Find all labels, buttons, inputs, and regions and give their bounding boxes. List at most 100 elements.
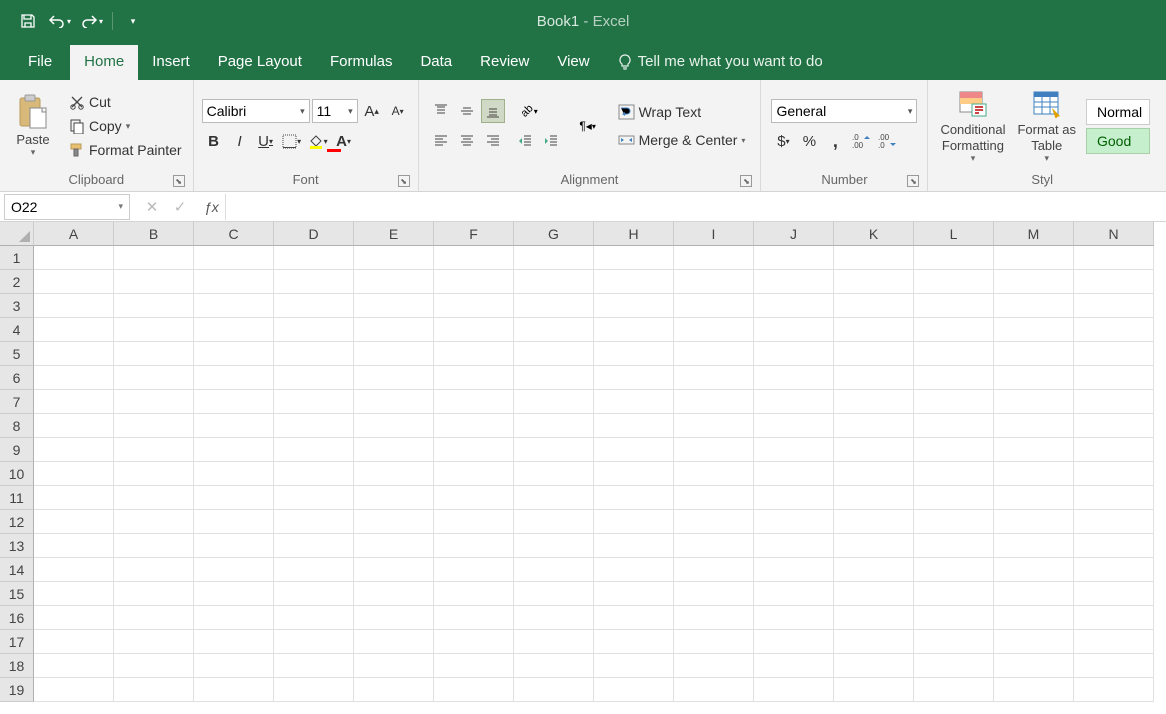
tab-insert[interactable]: Insert bbox=[138, 45, 204, 80]
cell[interactable] bbox=[354, 414, 434, 438]
cell[interactable] bbox=[274, 654, 354, 678]
row-header[interactable]: 18 bbox=[0, 654, 34, 678]
cell[interactable] bbox=[434, 270, 514, 294]
align-left-button[interactable] bbox=[429, 129, 453, 153]
cell[interactable] bbox=[114, 534, 194, 558]
cell[interactable] bbox=[914, 678, 994, 702]
row-header[interactable]: 6 bbox=[0, 366, 34, 390]
cell[interactable] bbox=[434, 678, 514, 702]
cell[interactable] bbox=[114, 486, 194, 510]
cell[interactable] bbox=[594, 678, 674, 702]
column-header[interactable]: D bbox=[274, 222, 354, 246]
cell[interactable] bbox=[994, 414, 1074, 438]
align-top-button[interactable] bbox=[429, 99, 453, 123]
cell[interactable] bbox=[834, 342, 914, 366]
cell[interactable] bbox=[594, 486, 674, 510]
cell[interactable] bbox=[994, 558, 1074, 582]
increase-font-button[interactable]: A▴ bbox=[360, 99, 384, 123]
format-as-table-button[interactable]: Format as Table ▾ bbox=[1011, 84, 1082, 168]
cell[interactable] bbox=[34, 438, 114, 462]
cell[interactable] bbox=[834, 558, 914, 582]
cell[interactable] bbox=[34, 270, 114, 294]
cell[interactable] bbox=[994, 606, 1074, 630]
cell[interactable] bbox=[34, 294, 114, 318]
cell[interactable] bbox=[354, 606, 434, 630]
cell[interactable] bbox=[674, 438, 754, 462]
cell[interactable] bbox=[674, 534, 754, 558]
cell[interactable] bbox=[754, 414, 834, 438]
cell[interactable] bbox=[914, 486, 994, 510]
cell[interactable] bbox=[594, 390, 674, 414]
cell[interactable] bbox=[434, 414, 514, 438]
cell[interactable] bbox=[354, 246, 434, 270]
column-header[interactable]: N bbox=[1074, 222, 1154, 246]
cell[interactable] bbox=[114, 342, 194, 366]
orientation-button[interactable]: ab ▾ bbox=[513, 99, 547, 123]
cell[interactable] bbox=[994, 246, 1074, 270]
align-right-button[interactable] bbox=[481, 129, 505, 153]
row-header[interactable]: 2 bbox=[0, 270, 34, 294]
cell[interactable] bbox=[914, 606, 994, 630]
cell[interactable] bbox=[114, 390, 194, 414]
cell[interactable] bbox=[994, 582, 1074, 606]
tab-review[interactable]: Review bbox=[466, 45, 543, 80]
tab-file[interactable]: File bbox=[14, 45, 70, 80]
cell[interactable] bbox=[594, 462, 674, 486]
undo-button[interactable]: ▾ bbox=[46, 7, 74, 35]
cell[interactable] bbox=[194, 246, 274, 270]
row-header[interactable]: 12 bbox=[0, 510, 34, 534]
align-bottom-button[interactable] bbox=[481, 99, 505, 123]
cell[interactable] bbox=[1074, 606, 1154, 630]
cell[interactable] bbox=[514, 414, 594, 438]
cell[interactable] bbox=[514, 654, 594, 678]
cell[interactable] bbox=[994, 270, 1074, 294]
cell[interactable] bbox=[34, 630, 114, 654]
cell[interactable] bbox=[114, 438, 194, 462]
cell[interactable] bbox=[114, 294, 194, 318]
cell[interactable] bbox=[754, 678, 834, 702]
borders-button[interactable]: ▾ bbox=[280, 129, 304, 153]
cell[interactable] bbox=[914, 510, 994, 534]
cell[interactable] bbox=[754, 654, 834, 678]
cell[interactable] bbox=[274, 366, 354, 390]
cell[interactable] bbox=[754, 486, 834, 510]
cell[interactable] bbox=[994, 486, 1074, 510]
cell[interactable] bbox=[914, 582, 994, 606]
cell[interactable] bbox=[594, 246, 674, 270]
cell[interactable] bbox=[594, 534, 674, 558]
cell[interactable] bbox=[354, 582, 434, 606]
cell[interactable] bbox=[434, 606, 514, 630]
cell[interactable] bbox=[34, 462, 114, 486]
cell[interactable] bbox=[434, 582, 514, 606]
cell[interactable] bbox=[274, 414, 354, 438]
cell[interactable] bbox=[994, 630, 1074, 654]
cell[interactable] bbox=[434, 366, 514, 390]
cell[interactable] bbox=[114, 558, 194, 582]
cell[interactable] bbox=[834, 510, 914, 534]
cell[interactable] bbox=[34, 318, 114, 342]
dialog-launcher-icon[interactable]: ⬊ bbox=[907, 175, 919, 187]
cell-styles-gallery[interactable]: Normal Good bbox=[1086, 99, 1150, 154]
cell[interactable] bbox=[434, 246, 514, 270]
column-header[interactable]: J bbox=[754, 222, 834, 246]
cell[interactable] bbox=[434, 390, 514, 414]
cell[interactable] bbox=[34, 414, 114, 438]
cell[interactable] bbox=[994, 462, 1074, 486]
cell[interactable] bbox=[114, 678, 194, 702]
align-middle-button[interactable] bbox=[455, 99, 479, 123]
cell[interactable] bbox=[1074, 510, 1154, 534]
cell[interactable] bbox=[194, 678, 274, 702]
cell[interactable] bbox=[994, 438, 1074, 462]
cell[interactable] bbox=[434, 486, 514, 510]
cell[interactable] bbox=[754, 582, 834, 606]
cell[interactable] bbox=[514, 270, 594, 294]
cell[interactable] bbox=[34, 342, 114, 366]
decrease-font-button[interactable]: A▾ bbox=[386, 99, 410, 123]
cell[interactable] bbox=[514, 342, 594, 366]
enter-formula-button[interactable]: ✓ bbox=[168, 198, 192, 216]
cell[interactable] bbox=[834, 654, 914, 678]
row-header[interactable]: 16 bbox=[0, 606, 34, 630]
cut-button[interactable]: Cut bbox=[64, 91, 187, 113]
cell[interactable] bbox=[754, 630, 834, 654]
row-header[interactable]: 13 bbox=[0, 534, 34, 558]
